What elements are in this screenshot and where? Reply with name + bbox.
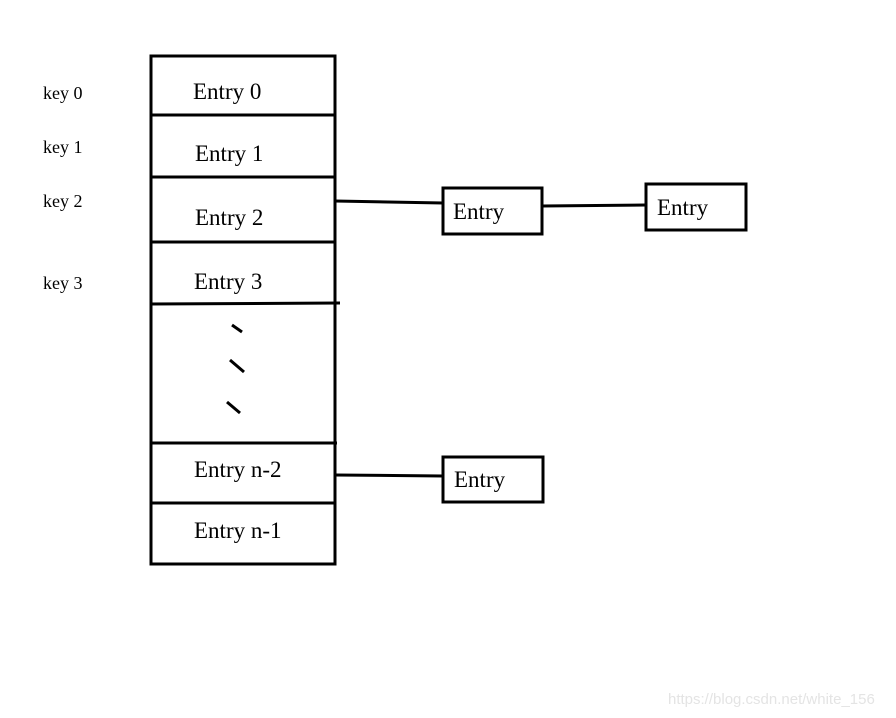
key-label: key 2 <box>43 191 83 211</box>
ellipsis-mark <box>229 358 245 374</box>
key-label: key 3 <box>43 273 83 293</box>
table-entry: Entry n-1 <box>194 518 282 543</box>
table-entry: Entry 3 <box>194 269 263 294</box>
watermark: https://blog.csdn.net/white_156 <box>668 691 875 708</box>
chain-node-label: Entry <box>453 199 505 224</box>
ellipsis-mark <box>226 400 241 415</box>
table-outline <box>149 54 337 566</box>
table-entry: Entry 1 <box>195 141 264 166</box>
chain-node-label: Entry <box>454 467 506 492</box>
ellipsis-mark <box>231 323 243 334</box>
chain-link <box>541 203 647 208</box>
chain-node-label: Entry <box>657 195 709 220</box>
table-entry: Entry 2 <box>195 205 264 230</box>
row-divider <box>149 301 341 306</box>
hash-table-diagram: key 0 key 1 key 2 key 3 Entry 0 Entry 1 … <box>0 0 896 718</box>
diagram-lines <box>149 54 748 566</box>
key-label: key 0 <box>43 83 83 103</box>
key-label: key 1 <box>43 137 83 157</box>
chain-link <box>334 199 444 205</box>
table-entry: Entry n-2 <box>194 457 282 482</box>
chain-link <box>334 473 444 478</box>
table-entry: Entry 0 <box>193 79 262 104</box>
